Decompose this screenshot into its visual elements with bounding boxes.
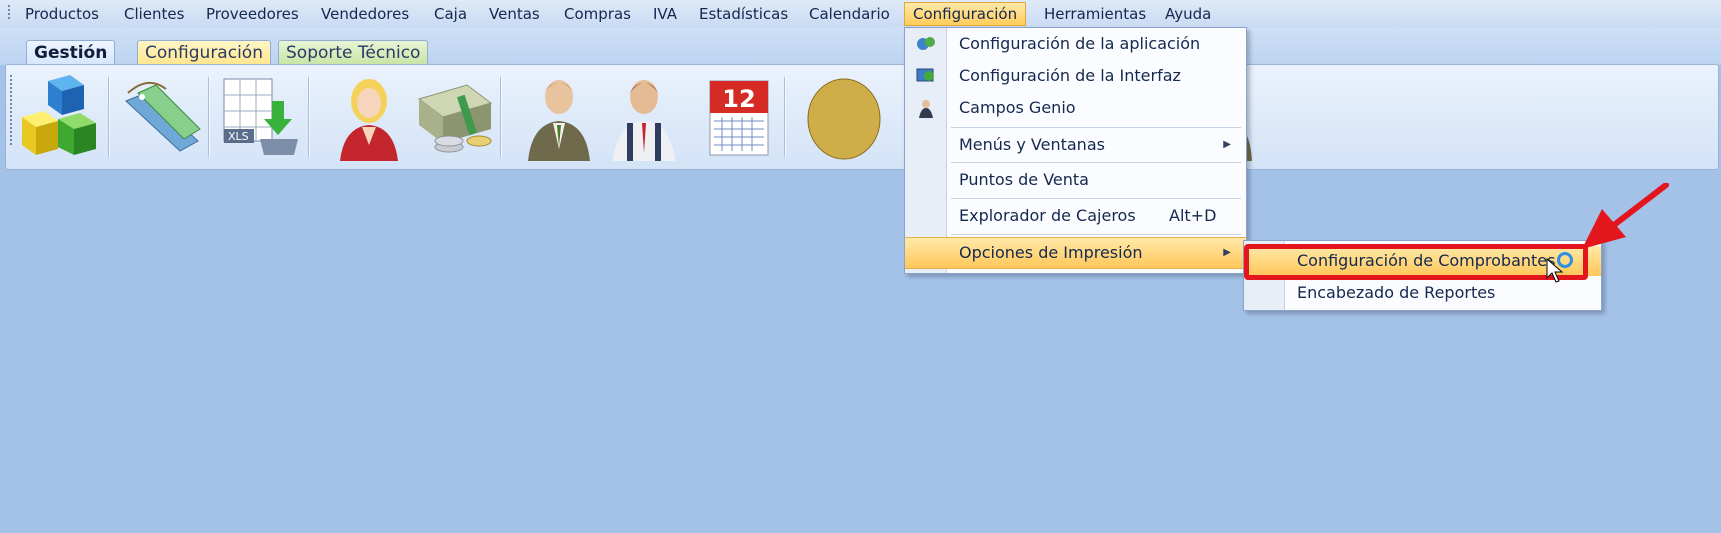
man-supplier-icon[interactable] <box>601 73 687 163</box>
menu-clientes[interactable]: Clientes <box>116 3 192 25</box>
ribbon-separator <box>108 77 110 157</box>
menu-item-config-aplicacion[interactable]: Configuración de la aplicación <box>905 29 1246 59</box>
menu-item-label: Opciones de Impresión <box>959 243 1143 262</box>
genie-fields-icon <box>919 100 933 118</box>
menu-item-puntos-venta[interactable]: Puntos de Venta <box>905 165 1246 195</box>
ribbon-separator <box>208 77 210 157</box>
menu-item-label: Campos Genio <box>959 98 1076 117</box>
mouse-cursor-icon <box>1546 258 1564 283</box>
calendar-icon[interactable]: 12 <box>696 73 782 163</box>
menu-estadisticas[interactable]: Estadísticas <box>691 3 796 25</box>
menu-item-campos-genio[interactable]: Campos Genio <box>905 93 1246 123</box>
dropdown-separator <box>951 162 1241 163</box>
menu-iva[interactable]: IVA <box>645 3 685 25</box>
menu-bar: Productos Clientes Proveedores Vendedore… <box>0 0 1721 28</box>
menu-proveedores[interactable]: Proveedores <box>198 3 307 25</box>
app-config-icon <box>917 37 935 50</box>
svg-text:XLS: XLS <box>228 130 249 143</box>
menu-item-label: Menús y Ventanas <box>959 135 1105 154</box>
menu-item-label: Puntos de Venta <box>959 170 1089 189</box>
ribbon-toolbar: XLS 12 <box>5 64 1719 170</box>
menu-calendario[interactable]: Calendario <box>801 3 898 25</box>
excel-import-icon[interactable]: XLS <box>218 73 304 163</box>
menu-herramientas[interactable]: Herramientas <box>1036 3 1154 25</box>
menu-item-label: Configuración de la Interfaz <box>959 66 1181 85</box>
menu-item-explorador-cajeros[interactable]: Explorador de Cajeros Alt+D <box>905 201 1246 231</box>
menu-ventas[interactable]: Ventas <box>481 3 548 25</box>
tab-gestion[interactable]: Gestión <box>26 40 116 65</box>
menu-item-menus-ventanas[interactable]: Menús y Ventanas ▶ <box>905 130 1246 160</box>
calendar-day-label: 12 <box>722 85 755 113</box>
menu-ayuda[interactable]: Ayuda <box>1157 3 1219 25</box>
red-arrow-icon <box>1582 183 1669 249</box>
menu-item-label: Encabezado de Reportes <box>1297 283 1496 302</box>
dropdown-separator <box>951 127 1241 128</box>
products-cubes-icon[interactable] <box>18 73 104 163</box>
ribbon-grip[interactable] <box>10 75 12 145</box>
configuracion-dropdown-menu: Configuración de la aplicación Configura… <box>904 27 1247 274</box>
ribbon-separator <box>308 77 310 157</box>
menu-item-label: Configuración de la aplicación <box>959 34 1201 53</box>
menu-item-config-interfaz[interactable]: Configuración de la Interfaz <box>905 61 1246 91</box>
ribbon-separator <box>784 77 786 157</box>
interface-config-icon <box>916 68 934 82</box>
tab-soporte-tecnico[interactable]: Soporte Técnico <box>278 40 429 65</box>
tags-icon[interactable] <box>118 73 204 163</box>
menu-item-opciones-impresion[interactable]: Opciones de Impresión ▶ <box>905 237 1246 269</box>
coin-icon[interactable] <box>796 73 882 163</box>
dropdown-separator <box>951 234 1241 235</box>
ribbon-separator <box>500 77 502 157</box>
menu-vendedores[interactable]: Vendedores <box>313 3 417 25</box>
submenu-arrow-icon: ▶ <box>1223 139 1231 150</box>
menu-caja[interactable]: Caja <box>426 3 475 25</box>
money-coins-icon[interactable] <box>411 73 497 163</box>
woman-vendor-icon[interactable] <box>326 73 412 163</box>
tab-configuracion[interactable]: Configuración <box>137 40 271 65</box>
menu-productos[interactable]: Productos <box>17 3 107 25</box>
highlight-annotation-box <box>1244 244 1588 280</box>
menu-configuracion[interactable]: Configuración <box>904 2 1027 26</box>
menubar-grip[interactable] <box>8 5 10 21</box>
man-client-icon[interactable] <box>516 73 602 163</box>
shortcut-label: Alt+D <box>1169 206 1217 225</box>
menu-compras[interactable]: Compras <box>556 3 639 25</box>
menu-item-label: Explorador de Cajeros <box>959 206 1136 225</box>
dropdown-separator <box>951 198 1241 199</box>
submenu-arrow-icon: ▶ <box>1223 247 1231 258</box>
ribbon-tab-row: Gestión Configuración Soporte Técnico <box>0 27 1721 65</box>
